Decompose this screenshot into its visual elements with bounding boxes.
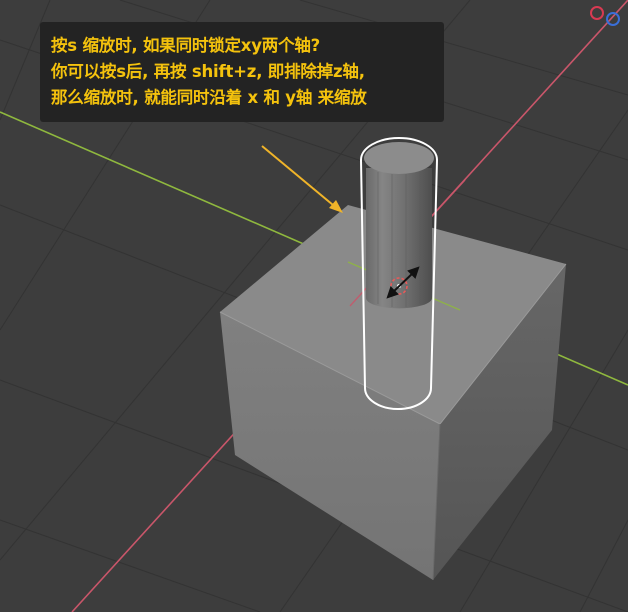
cylinder-top-cap (364, 142, 434, 174)
tooltip-line-1: 按s 缩放时, 如果同时锁定xy两个轴? (51, 36, 321, 55)
gizmo-x-axis-icon[interactable] (590, 6, 604, 20)
tutorial-tooltip: 按s 缩放时, 如果同时锁定xy两个轴? 你可以按s后, 再按 shift+z,… (40, 22, 444, 122)
gizmo-y-axis-icon[interactable] (606, 12, 620, 26)
tooltip-line-2: 你可以按s后, 再按 shift+z, 即排除掉z轴, (51, 62, 365, 81)
tooltip-line-3: 那么缩放时, 就能同时沿着 x 和 y轴 来缩放 (51, 88, 367, 107)
